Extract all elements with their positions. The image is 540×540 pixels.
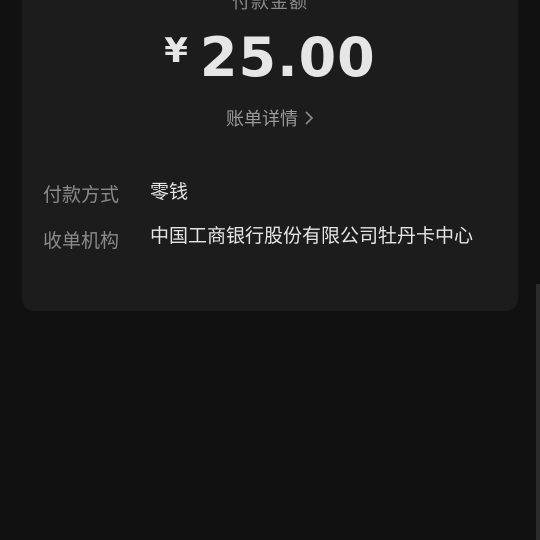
chevron-right-icon [304,110,314,131]
payment-method-label: 付款方式 [43,184,120,206]
bill-details-label: 账单详情 [226,109,298,130]
payment-method-value: 零钱 [150,181,189,203]
scrollbar[interactable] [536,284,540,540]
merchant-label: 收单机构 [43,230,120,252]
amount-label: 付款金额 [232,0,308,13]
merchant-value: 中国工商银行股份有限公司牡丹卡中心 [150,225,474,247]
currency-symbol: ¥ [164,31,188,71]
payment-detail-page: 付款金额 ¥25.00 账单详情 付款方式 零钱 收单机构 中国工商银行股份有限… [0,0,540,540]
bill-details-link[interactable]: 账单详情 [0,105,540,131]
amount-value: 25.00 [199,26,376,89]
amount-display: ¥25.00 [0,26,540,89]
